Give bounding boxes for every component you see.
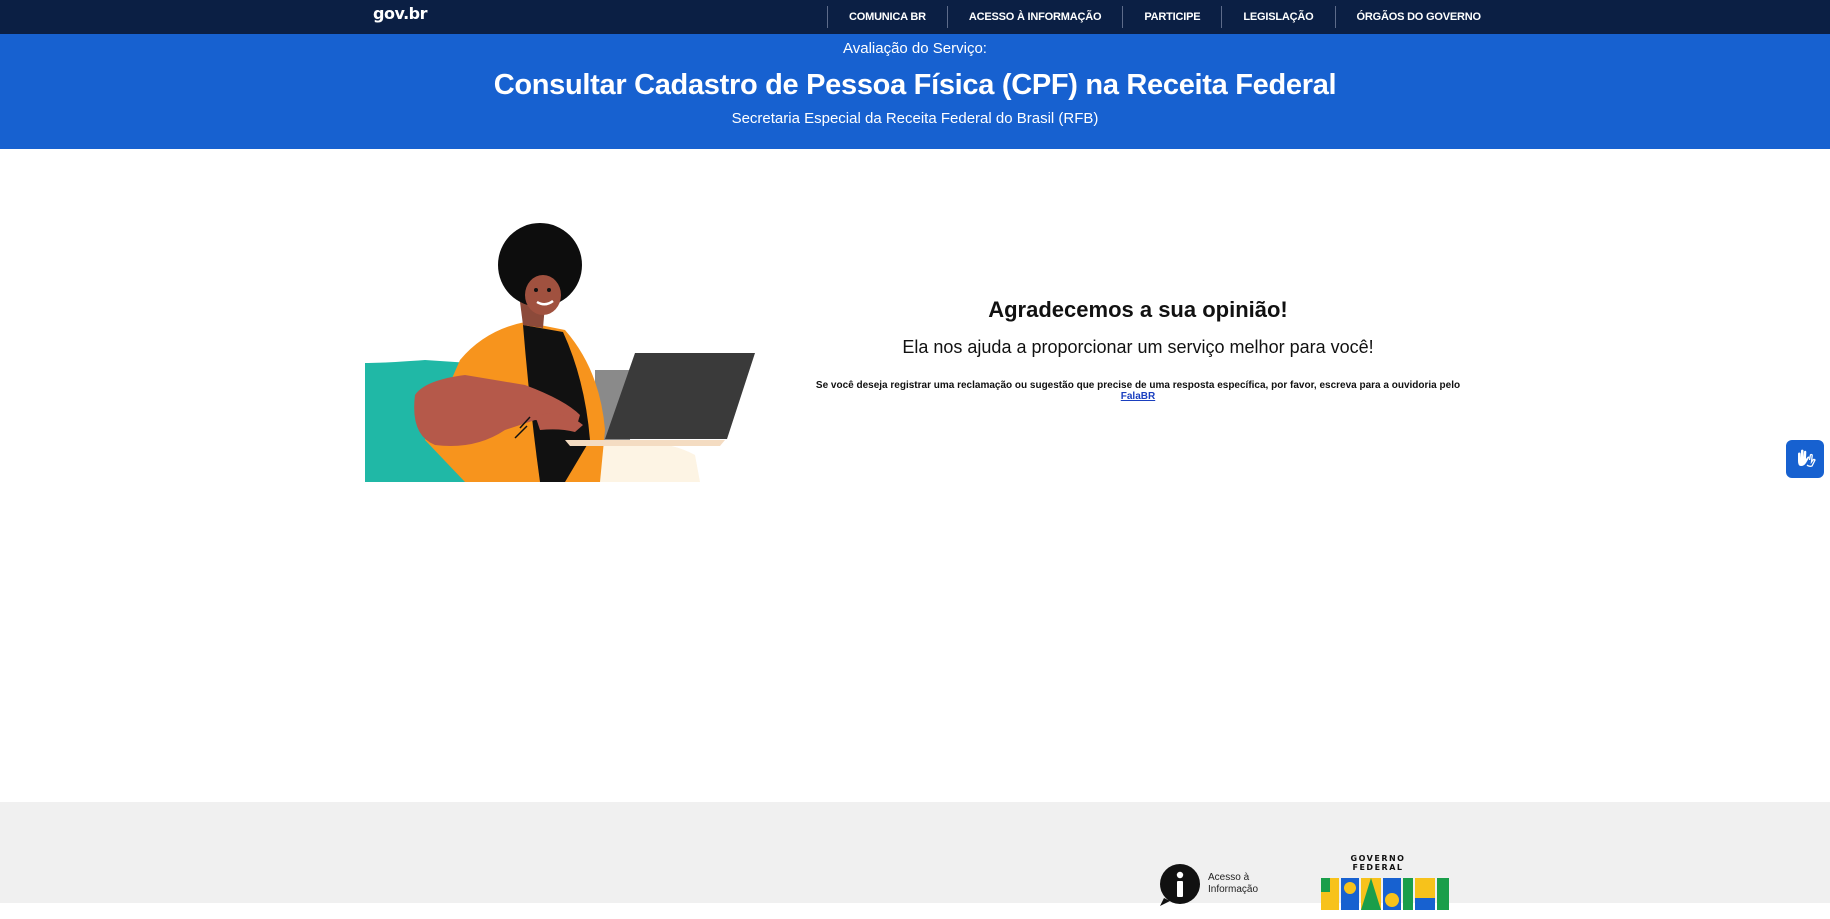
footer: Acesso à Informação GOVERNO FEDERAL: [0, 802, 1830, 910]
nav-legislacao[interactable]: LEGISLAÇÃO: [1221, 6, 1334, 28]
acesso-informacao-link[interactable]: Acesso à Informação: [1158, 862, 1268, 906]
page-title: Consultar Cadastro de Pessoa Física (CPF…: [493, 69, 1337, 101]
top-navigation: COMUNICA BR ACESSO À INFORMAÇÃO PARTICIP…: [827, 6, 1502, 28]
acesso-informacao-label: Acesso à Informação: [1208, 872, 1259, 895]
nav-participe[interactable]: PARTICIPE: [1122, 6, 1221, 28]
sign-language-hands-icon: [1798, 449, 1816, 467]
vlibras-accessibility-button[interactable]: [1786, 440, 1824, 478]
govbr-logo[interactable]: gov.br: [373, 4, 428, 23]
falabr-link[interactable]: FalaBR: [1121, 391, 1155, 402]
person-with-laptop-illustration: [365, 223, 755, 482]
thank-you-message: Agradecemos a sua opinião! Ela nos ajuda…: [810, 297, 1466, 402]
agency-name: Secretaria Especial da Receita Federal d…: [731, 110, 1099, 127]
gov-topbar: gov.br COMUNICA BR ACESSO À INFORMAÇÃO P…: [0, 0, 1830, 34]
brasil-wordmark-icon: [1321, 878, 1449, 910]
nav-orgaos-governo[interactable]: ÓRGÃOS DO GOVERNO: [1334, 6, 1502, 28]
nav-acesso-informacao[interactable]: ACESSO À INFORMAÇÃO: [946, 6, 1122, 28]
laptop-shape: [605, 353, 755, 439]
evaluation-label: Avaliação do Serviço:: [843, 40, 987, 57]
governo-federal-label: GOVERNO FEDERAL: [1350, 854, 1406, 872]
info-icon: [1160, 864, 1200, 906]
governo-federal-brasil-logo[interactable]: GOVERNO FEDERAL: [1319, 854, 1452, 910]
ombudsman-note-text: Se você deseja registrar uma reclamação …: [815, 380, 1461, 391]
thank-you-heading: Agradecemos a sua opinião!: [988, 297, 1288, 322]
nav-comunica-br[interactable]: COMUNICA BR: [827, 6, 947, 28]
service-header: Avaliação do Serviço: Consultar Cadastro…: [0, 34, 1830, 149]
ombudsman-note: Se você deseja registrar uma reclamação …: [810, 380, 1466, 402]
thank-you-lead: Ela nos ajuda a proporcionar um serviço …: [902, 337, 1374, 357]
